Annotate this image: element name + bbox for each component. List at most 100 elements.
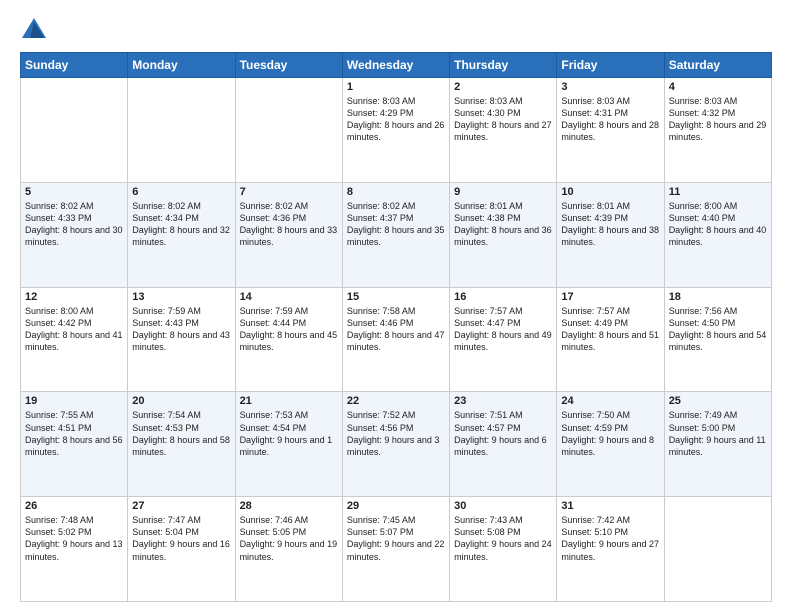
weekday-saturday: Saturday	[664, 53, 771, 78]
weekday-tuesday: Tuesday	[235, 53, 342, 78]
calendar-cell: 23 Sunrise: 7:51 AM Sunset: 4:57 PM Dayli…	[450, 392, 557, 497]
calendar-cell: 1Sunrise: 8:03 AM Sunset: 4:29 PM Daylig…	[342, 78, 449, 183]
calendar-body: 1Sunrise: 8:03 AM Sunset: 4:29 PM Daylig…	[21, 78, 772, 602]
day-info: Sunrise: 7:42 AM Sunset: 5:10 PM Dayligh…	[561, 514, 659, 563]
day-info: Sunrise: 8:02 AM Sunset: 4:34 PM Dayligh…	[132, 200, 230, 249]
calendar-cell: 28 Sunrise: 7:46 AM Sunset: 5:05 PM Dayli…	[235, 497, 342, 602]
weekday-monday: Monday	[128, 53, 235, 78]
calendar-cell	[664, 497, 771, 602]
day-number: 9	[454, 186, 552, 198]
weekday-wednesday: Wednesday	[342, 53, 449, 78]
calendar-cell: 19Sunrise: 7:55 AM Sunset: 4:51 PM Dayli…	[21, 392, 128, 497]
day-info: Sunrise: 7:56 AM Sunset: 4:50 PM Dayligh…	[669, 305, 767, 354]
day-number: 19	[25, 395, 123, 407]
day-info: Sunrise: 7:49 AM Sunset: 5:00 PM Dayligh…	[669, 409, 767, 458]
calendar-cell: 15 Sunrise: 7:58 AM Sunset: 4:46 PM Dayli…	[342, 287, 449, 392]
day-info: Sunrise: 7:58 AM Sunset: 4:46 PM Dayligh…	[347, 305, 445, 354]
header	[20, 16, 772, 44]
week-row-2: 12 Sunrise: 8:00 AM Sunset: 4:42 PM Dayli…	[21, 287, 772, 392]
calendar-cell	[128, 78, 235, 183]
day-number: 6	[132, 186, 230, 198]
day-number: 18	[669, 291, 767, 303]
day-info: Sunrise: 8:00 AM Sunset: 4:40 PM Dayligh…	[669, 200, 767, 249]
day-number: 26	[25, 500, 123, 512]
day-number: 11	[669, 186, 767, 198]
day-number: 20	[132, 395, 230, 407]
day-info: Sunrise: 8:03 AM Sunset: 4:31 PM Dayligh…	[561, 95, 659, 144]
week-row-4: 26 Sunrise: 7:48 AM Sunset: 5:02 PM Dayli…	[21, 497, 772, 602]
day-info: Sunrise: 8:02 AM Sunset: 4:33 PM Dayligh…	[25, 200, 123, 249]
calendar-cell: 22Sunrise: 7:52 AM Sunset: 4:56 PM Dayli…	[342, 392, 449, 497]
weekday-thursday: Thursday	[450, 53, 557, 78]
calendar-cell: 17Sunrise: 7:57 AM Sunset: 4:49 PM Dayli…	[557, 287, 664, 392]
day-info: Sunrise: 8:03 AM Sunset: 4:30 PM Dayligh…	[454, 95, 552, 144]
day-info: Sunrise: 7:45 AM Sunset: 5:07 PM Dayligh…	[347, 514, 445, 563]
calendar-cell: 24 Sunrise: 7:50 AM Sunset: 4:59 PM Dayli…	[557, 392, 664, 497]
day-info: Sunrise: 8:01 AM Sunset: 4:39 PM Dayligh…	[561, 200, 659, 249]
day-number: 12	[25, 291, 123, 303]
calendar-cell	[21, 78, 128, 183]
calendar-cell: 31 Sunrise: 7:42 AM Sunset: 5:10 PM Dayli…	[557, 497, 664, 602]
day-info: Sunrise: 7:47 AM Sunset: 5:04 PM Dayligh…	[132, 514, 230, 563]
week-row-1: 5 Sunrise: 8:02 AM Sunset: 4:33 PM Daylig…	[21, 182, 772, 287]
day-info: Sunrise: 7:51 AM Sunset: 4:57 PM Dayligh…	[454, 409, 552, 458]
calendar-cell: 11 Sunrise: 8:00 AM Sunset: 4:40 PM Dayli…	[664, 182, 771, 287]
day-number: 25	[669, 395, 767, 407]
calendar-cell: 6 Sunrise: 8:02 AM Sunset: 4:34 PM Daylig…	[128, 182, 235, 287]
calendar-cell: 9 Sunrise: 8:01 AM Sunset: 4:38 PM Daylig…	[450, 182, 557, 287]
day-info: Sunrise: 7:53 AM Sunset: 4:54 PM Dayligh…	[240, 409, 338, 458]
weekday-friday: Friday	[557, 53, 664, 78]
calendar-cell: 7Sunrise: 8:02 AM Sunset: 4:36 PM Daylig…	[235, 182, 342, 287]
calendar-cell: 13 Sunrise: 7:59 AM Sunset: 4:43 PM Dayli…	[128, 287, 235, 392]
day-info: Sunrise: 7:50 AM Sunset: 4:59 PM Dayligh…	[561, 409, 659, 458]
day-number: 21	[240, 395, 338, 407]
weekday-sunday: Sunday	[21, 53, 128, 78]
calendar-cell: 3 Sunrise: 8:03 AM Sunset: 4:31 PM Daylig…	[557, 78, 664, 183]
day-number: 7	[240, 186, 338, 198]
day-number: 15	[347, 291, 445, 303]
day-number: 28	[240, 500, 338, 512]
day-number: 24	[561, 395, 659, 407]
day-info: Sunrise: 7:59 AM Sunset: 4:43 PM Dayligh…	[132, 305, 230, 354]
calendar-cell: 2 Sunrise: 8:03 AM Sunset: 4:30 PM Daylig…	[450, 78, 557, 183]
day-number: 17	[561, 291, 659, 303]
day-info: Sunrise: 8:00 AM Sunset: 4:42 PM Dayligh…	[25, 305, 123, 354]
logo	[20, 16, 52, 44]
day-info: Sunrise: 7:52 AM Sunset: 4:56 PM Dayligh…	[347, 409, 445, 458]
day-info: Sunrise: 7:57 AM Sunset: 4:47 PM Dayligh…	[454, 305, 552, 354]
day-number: 2	[454, 81, 552, 93]
day-number: 13	[132, 291, 230, 303]
calendar-cell: 26 Sunrise: 7:48 AM Sunset: 5:02 PM Dayli…	[21, 497, 128, 602]
day-number: 16	[454, 291, 552, 303]
calendar-cell: 12 Sunrise: 8:00 AM Sunset: 4:42 PM Dayli…	[21, 287, 128, 392]
day-number: 30	[454, 500, 552, 512]
day-info: Sunrise: 8:03 AM Sunset: 4:29 PM Dayligh…	[347, 95, 445, 144]
day-info: Sunrise: 8:03 AM Sunset: 4:32 PM Dayligh…	[669, 95, 767, 144]
page: SundayMondayTuesdayWednesdayThursdayFrid…	[0, 0, 792, 612]
calendar: SundayMondayTuesdayWednesdayThursdayFrid…	[20, 52, 772, 602]
calendar-cell: 14Sunrise: 7:59 AM Sunset: 4:44 PM Dayli…	[235, 287, 342, 392]
calendar-cell: 5 Sunrise: 8:02 AM Sunset: 4:33 PM Daylig…	[21, 182, 128, 287]
day-number: 31	[561, 500, 659, 512]
day-info: Sunrise: 7:43 AM Sunset: 5:08 PM Dayligh…	[454, 514, 552, 563]
logo-icon	[20, 16, 48, 44]
calendar-cell: 16 Sunrise: 7:57 AM Sunset: 4:47 PM Dayli…	[450, 287, 557, 392]
calendar-cell	[235, 78, 342, 183]
day-info: Sunrise: 8:01 AM Sunset: 4:38 PM Dayligh…	[454, 200, 552, 249]
calendar-cell: 20Sunrise: 7:54 AM Sunset: 4:53 PM Dayli…	[128, 392, 235, 497]
day-number: 29	[347, 500, 445, 512]
calendar-cell: 8 Sunrise: 8:02 AM Sunset: 4:37 PM Daylig…	[342, 182, 449, 287]
day-number: 3	[561, 81, 659, 93]
day-info: Sunrise: 7:59 AM Sunset: 4:44 PM Dayligh…	[240, 305, 338, 354]
day-number: 10	[561, 186, 659, 198]
calendar-cell: 30 Sunrise: 7:43 AM Sunset: 5:08 PM Dayli…	[450, 497, 557, 602]
day-number: 5	[25, 186, 123, 198]
calendar-cell: 18 Sunrise: 7:56 AM Sunset: 4:50 PM Dayli…	[664, 287, 771, 392]
day-number: 8	[347, 186, 445, 198]
day-number: 27	[132, 500, 230, 512]
calendar-cell: 21 Sunrise: 7:53 AM Sunset: 4:54 PM Dayli…	[235, 392, 342, 497]
day-info: Sunrise: 7:46 AM Sunset: 5:05 PM Dayligh…	[240, 514, 338, 563]
day-number: 23	[454, 395, 552, 407]
day-info: Sunrise: 8:02 AM Sunset: 4:37 PM Dayligh…	[347, 200, 445, 249]
day-info: Sunrise: 7:48 AM Sunset: 5:02 PM Dayligh…	[25, 514, 123, 563]
